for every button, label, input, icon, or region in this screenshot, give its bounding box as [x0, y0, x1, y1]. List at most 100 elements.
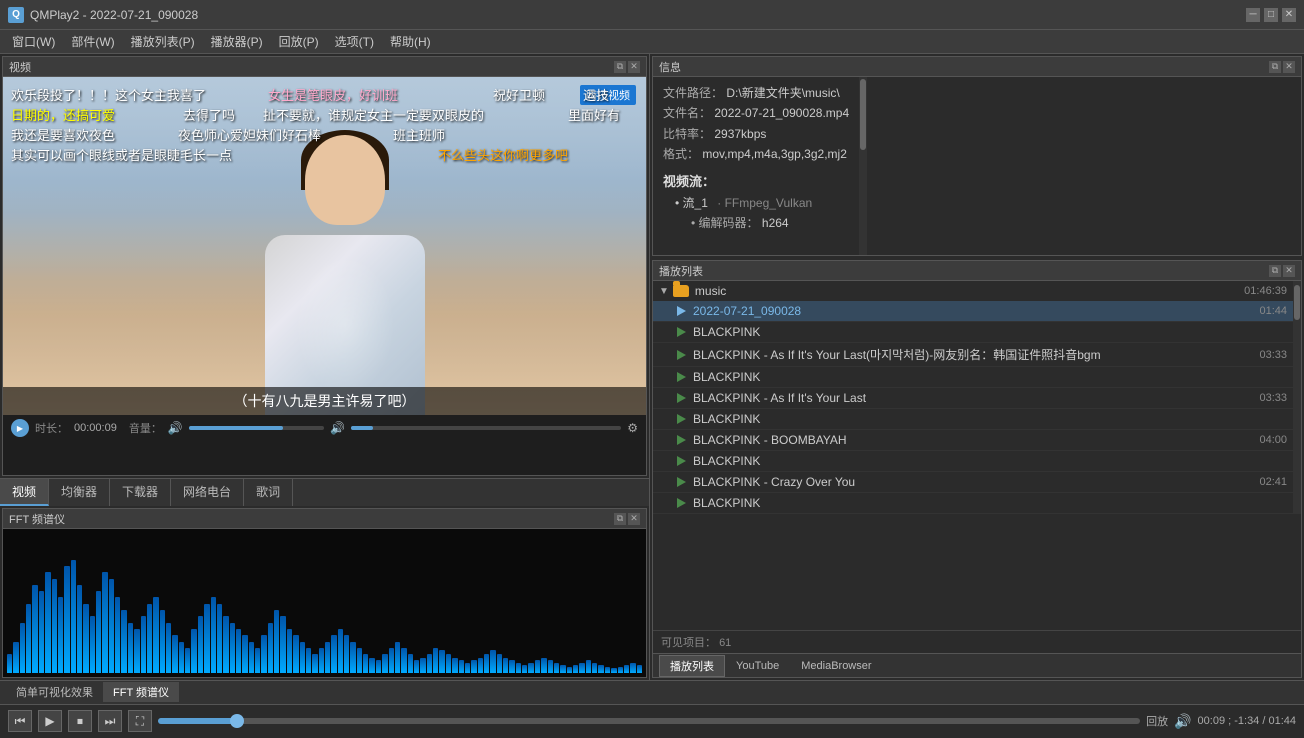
info-filepath-row: 文件路径： D:\新建文件夹\music\: [663, 83, 849, 103]
fft-bar: [554, 663, 559, 673]
item-name-0: 2022-07-21_090028: [693, 304, 1252, 318]
fft-bar: [58, 597, 63, 673]
fft-bar: [280, 616, 285, 673]
folder-collapse-icon: ▼: [659, 286, 669, 297]
playlist-item-3[interactable]: BLACKPINK: [653, 367, 1293, 388]
playlist-item-1[interactable]: BLACKPINK: [653, 322, 1293, 343]
fullscreen-button[interactable]: ⛶: [128, 710, 152, 732]
fft-bar: [319, 648, 324, 673]
tab-video[interactable]: 视频: [0, 479, 49, 506]
video-close-button[interactable]: ✕: [628, 61, 640, 73]
playlist-restore-button[interactable]: ⧉: [1269, 265, 1281, 277]
fft-bar: [509, 660, 514, 673]
minimize-button[interactable]: ─: [1246, 8, 1260, 22]
bottom-tab-mediabrowser[interactable]: MediaBrowser: [790, 657, 882, 675]
info-filepath-value: D:\新建文件夹\music\: [726, 86, 839, 100]
play-indicator-6: [675, 434, 687, 446]
fft-bar: [497, 654, 502, 673]
danmaku-5: 日期的，还搞可爱: [11, 105, 115, 124]
playlist-item-9[interactable]: BLACKPINK: [653, 493, 1293, 514]
video-content[interactable]: 腾讯视频 欢乐段投了！！！这个女主我喜了 女生是笔眼皮，好训班 祝好卫顿 运技 …: [3, 77, 646, 475]
viz-tab-simple[interactable]: 简单可视化效果: [6, 682, 103, 702]
maximize-button[interactable]: □: [1264, 8, 1278, 22]
video-person: [245, 135, 445, 415]
info-scrollbar[interactable]: [859, 77, 867, 255]
volume-area: 🔊: [1174, 713, 1191, 730]
right-panel: 信息 ⧉ ✕ 文件路径： D:\新建文件夹\music\ 文件名： 2022-0…: [650, 54, 1304, 680]
playlist-close-button[interactable]: ✕: [1283, 265, 1295, 277]
info-close-button[interactable]: ✕: [1283, 61, 1295, 73]
fft-bar: [630, 663, 635, 673]
play-button[interactable]: ▶: [38, 710, 62, 732]
prev-button[interactable]: ⏮: [8, 710, 32, 732]
fft-bar: [427, 654, 432, 673]
close-button[interactable]: ✕: [1282, 8, 1296, 22]
fft-bar: [39, 591, 44, 673]
playlist-item-4[interactable]: BLACKPINK - As If It's Your Last 03:33: [653, 388, 1293, 409]
next-button[interactable]: ⏭: [98, 710, 122, 732]
viz-tab-fft[interactable]: FFT 频谱仪: [103, 682, 179, 702]
playlist-item-5[interactable]: BLACKPINK: [653, 409, 1293, 430]
playlist-item-0[interactable]: 2022-07-21_090028 01:44: [653, 301, 1293, 322]
main-seek-bar[interactable]: [158, 718, 1140, 724]
item-duration-6: 04:00: [1252, 434, 1287, 446]
info-restore-button[interactable]: ⧉: [1269, 61, 1281, 73]
fft-bar: [96, 591, 101, 673]
folder-duration: 01:46:39: [1244, 285, 1287, 297]
fft-bar: [166, 623, 171, 673]
mini-vol-slider[interactable]: [189, 426, 324, 430]
fft-restore-button[interactable]: ⧉: [614, 513, 626, 525]
playlist-content: ▼ music 01:46:39 2022-07-21_090028 01:44: [653, 281, 1301, 630]
fft-bar: [446, 654, 451, 673]
fft-bar: [624, 665, 629, 673]
bottom-tab-youtube[interactable]: YouTube: [725, 657, 790, 675]
stop-button[interactable]: ⏹: [68, 710, 92, 732]
fft-close-button[interactable]: ✕: [628, 513, 640, 525]
bottom-tab-playlist[interactable]: 播放列表: [659, 655, 725, 677]
mini-play-btn[interactable]: ▶: [11, 419, 29, 437]
playlist-item-8[interactable]: BLACKPINK - Crazy Over You 02:41: [653, 472, 1293, 493]
playlist-item-7[interactable]: BLACKPINK: [653, 451, 1293, 472]
video-restore-button[interactable]: ⧉: [614, 61, 626, 73]
playlist-item-2[interactable]: BLACKPINK - As If It's Your Last(마지막처럼)-…: [653, 343, 1293, 367]
fft-bar: [586, 660, 591, 673]
playlist-list: ▼ music 01:46:39 2022-07-21_090028 01:44: [653, 281, 1293, 514]
tab-downloader[interactable]: 下载器: [110, 479, 171, 506]
mini-vol-label: 音量：: [129, 420, 162, 436]
fft-bar: [439, 650, 444, 673]
playback-controls-bar: ⏮ ▶ ⏹ ⏭ ⛶ 回放 🔊 00:09 ; -1:34 / 01:44: [0, 705, 1304, 738]
visible-items-label: 可见项目：: [661, 637, 716, 649]
item-name-6: BLACKPINK - BOOMBAYAH: [693, 433, 1252, 447]
info-format-row: 格式： mov,mp4,m4a,3gp,3g2,mj2: [663, 144, 849, 164]
item-name-4: BLACKPINK - As If It's Your Last: [693, 391, 1252, 405]
fft-bar: [160, 610, 165, 673]
fft-bar: [363, 654, 368, 673]
menu-playlist[interactable]: 播放列表(P): [123, 31, 203, 52]
play-indicator-5: [675, 413, 687, 425]
playlist-folder[interactable]: ▼ music 01:46:39: [653, 281, 1293, 301]
menu-help[interactable]: 帮助(H): [382, 31, 439, 52]
main-seek-fill: [158, 718, 237, 724]
menu-player[interactable]: 播放器(P): [203, 31, 271, 52]
playlist-item-6[interactable]: BLACKPINK - BOOMBAYAH 04:00: [653, 430, 1293, 451]
folder-name: music: [695, 284, 1244, 298]
fft-bar: [369, 658, 374, 673]
playlist-scrollbar[interactable]: [1293, 281, 1301, 514]
danmaku-2: 女生是笔眼皮，好训班: [268, 85, 398, 104]
item-duration-0: 01:44: [1252, 305, 1287, 317]
fft-bar: [516, 663, 521, 673]
menu-window[interactable]: 窗口(W): [4, 31, 63, 52]
stream1-codec-row: • 编解码器： h264: [691, 213, 849, 233]
menubar: 窗口(W) 部件(W) 播放列表(P) 播放器(P) 回放(P) 选项(T) 帮…: [0, 30, 1304, 54]
menu-parts[interactable]: 部件(W): [63, 31, 122, 52]
fft-bar: [541, 658, 546, 673]
menu-options[interactable]: 选项(T): [327, 31, 382, 52]
menu-playback[interactable]: 回放(P): [271, 31, 327, 52]
tab-equalizer[interactable]: 均衡器: [49, 479, 110, 506]
tab-lyrics[interactable]: 歌词: [244, 479, 293, 506]
fft-bar: [331, 635, 336, 673]
fft-bar: [344, 635, 349, 673]
tab-radio[interactable]: 网络电台: [171, 479, 244, 506]
mini-progress-slider[interactable]: [351, 426, 621, 430]
sparkle-effect: [295, 255, 395, 395]
